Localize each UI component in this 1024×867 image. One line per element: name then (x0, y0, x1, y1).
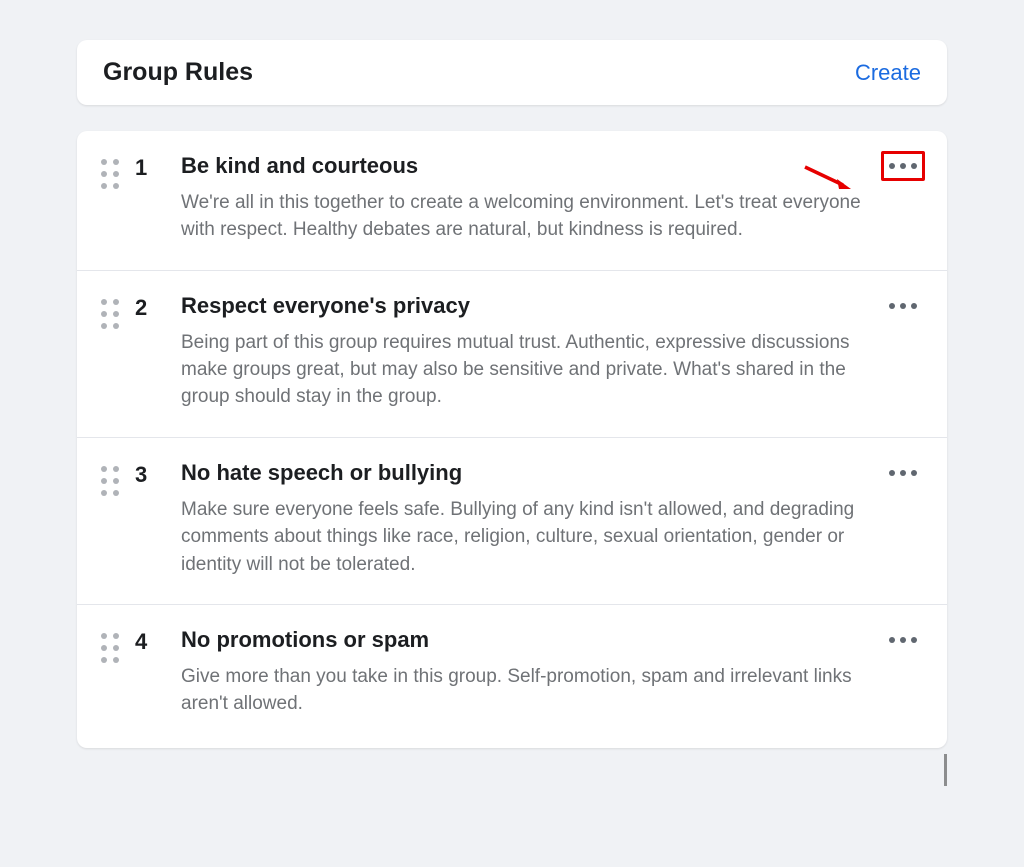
rule-more-button[interactable] (881, 291, 925, 321)
rule-title: Respect everyone's privacy (181, 293, 863, 319)
group-rules-header: Group Rules Create (77, 40, 947, 105)
rule-content: No promotions or spam Give more than you… (181, 627, 923, 718)
drag-handle-icon[interactable] (101, 466, 121, 496)
page-title: Group Rules (103, 58, 253, 87)
drag-handle-col (101, 627, 135, 663)
more-icon (889, 163, 917, 169)
rule-item: 4 No promotions or spam Give more than y… (77, 605, 947, 748)
rule-more-button[interactable] (881, 458, 925, 488)
group-rules-page: Group Rules Create 1 Be kind and courteo… (77, 40, 947, 748)
create-rule-button[interactable]: Create (855, 60, 921, 86)
rule-description: Give more than you take in this group. S… (181, 663, 863, 718)
drag-handle-col (101, 460, 135, 496)
rule-title: Be kind and courteous (181, 153, 863, 179)
drag-handle-icon[interactable] (101, 159, 121, 189)
rule-description: Make sure everyone feels safe. Bullying … (181, 496, 863, 578)
rule-menu-col (881, 291, 925, 321)
drag-handle-icon[interactable] (101, 633, 121, 663)
rule-description: Being part of this group requires mutual… (181, 329, 863, 411)
drag-handle-icon[interactable] (101, 299, 121, 329)
rules-list: 1 Be kind and courteous We're all in thi… (77, 131, 947, 748)
rule-more-button[interactable] (881, 625, 925, 655)
rule-more-button[interactable] (881, 151, 925, 181)
drag-handle-col (101, 153, 135, 189)
rule-menu-col (881, 625, 925, 655)
more-icon (889, 470, 917, 476)
rule-item: 2 Respect everyone's privacy Being part … (77, 271, 947, 438)
more-icon (889, 637, 917, 643)
drag-handle-col (101, 293, 135, 329)
rule-description: We're all in this together to create a w… (181, 189, 863, 244)
rule-item: 1 Be kind and courteous We're all in thi… (77, 131, 947, 271)
rule-item: 3 No hate speech or bullying Make sure e… (77, 438, 947, 605)
rule-number: 1 (135, 153, 181, 181)
rule-number: 3 (135, 460, 181, 488)
rule-title: No promotions or spam (181, 627, 863, 653)
rule-title: No hate speech or bullying (181, 460, 863, 486)
rule-content: Be kind and courteous We're all in this … (181, 153, 923, 244)
rule-number: 2 (135, 293, 181, 321)
rule-menu-col (881, 151, 925, 181)
text-cursor-icon (944, 754, 947, 786)
rule-number: 4 (135, 627, 181, 655)
rule-content: No hate speech or bullying Make sure eve… (181, 460, 923, 578)
rule-content: Respect everyone's privacy Being part of… (181, 293, 923, 411)
more-icon (889, 303, 917, 309)
rule-menu-col (881, 458, 925, 488)
